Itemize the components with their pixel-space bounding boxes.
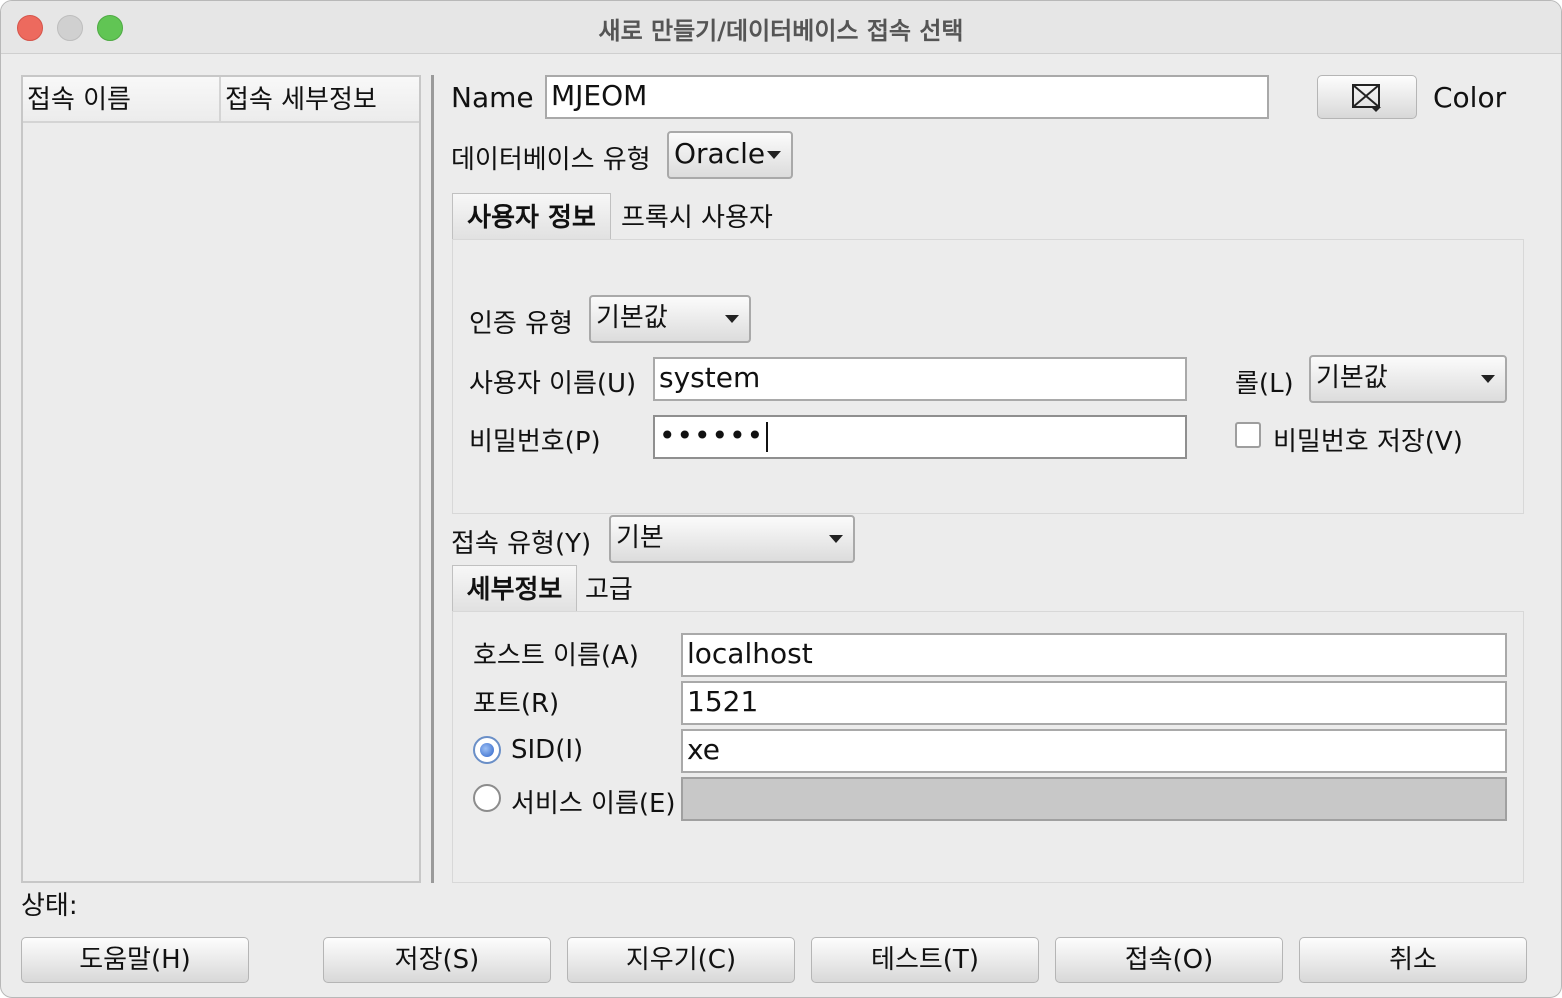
- color-picker-button[interactable]: [1317, 75, 1417, 119]
- db-type-value: Oracle: [674, 137, 766, 170]
- title-bar: 새로 만들기/데이터베이스 접속 선택: [1, 1, 1561, 54]
- cancel-button[interactable]: 취소: [1299, 937, 1527, 983]
- text-caret: [766, 422, 769, 452]
- tab-user-info[interactable]: 사용자 정보: [452, 193, 611, 241]
- host-label: 호스트 이름(A): [473, 641, 639, 671]
- username-label: 사용자 이름(U): [469, 369, 637, 399]
- chevron-down-icon: [767, 151, 781, 159]
- splitter[interactable]: [431, 75, 434, 883]
- save-button[interactable]: 저장(S): [323, 937, 551, 983]
- service-name-input: [681, 777, 1507, 821]
- sid-radio[interactable]: [473, 736, 501, 764]
- tab-proxy-user[interactable]: 프록시 사용자: [621, 193, 773, 241]
- auth-type-label: 인증 유형: [469, 309, 573, 339]
- db-type-select[interactable]: Oracle: [667, 131, 793, 179]
- clear-button[interactable]: 지우기(C): [567, 937, 795, 983]
- sid-label: SID(I): [511, 735, 584, 765]
- save-password-label: 비밀번호 저장(V): [1273, 427, 1463, 457]
- color-label: Color: [1433, 81, 1507, 114]
- connection-dialog: 새로 만들기/데이터베이스 접속 선택 접속 이름 접속 세부정보 Name M…: [0, 0, 1562, 998]
- column-header-connection-details[interactable]: 접속 세부정보: [221, 77, 419, 123]
- test-button[interactable]: 테스트(T): [811, 937, 1039, 983]
- column-header-connection-name[interactable]: 접속 이름: [23, 77, 221, 123]
- role-value: 기본값: [1316, 363, 1388, 393]
- auth-type-select[interactable]: 기본값: [589, 295, 751, 343]
- auth-type-value: 기본값: [596, 303, 668, 333]
- name-label: Name: [451, 81, 534, 114]
- connection-type-label: 접속 유형(Y): [451, 529, 592, 559]
- help-button[interactable]: 도움말(H): [21, 937, 249, 983]
- color-swatch-icon: [1352, 84, 1381, 112]
- tab-details[interactable]: 세부정보: [452, 565, 577, 613]
- connection-type-value: 기본: [616, 523, 664, 553]
- role-select[interactable]: 기본값: [1309, 355, 1507, 403]
- port-label: 포트(R): [473, 689, 560, 719]
- role-label: 롤(L): [1235, 369, 1294, 399]
- username-input[interactable]: system: [653, 357, 1187, 401]
- password-input[interactable]: ••••••: [653, 415, 1187, 459]
- name-input[interactable]: MJEOM: [545, 75, 1269, 119]
- password-label: 비밀번호(P): [469, 427, 601, 457]
- service-name-radio[interactable]: [473, 784, 501, 812]
- save-password-checkbox[interactable]: [1235, 422, 1261, 448]
- sid-input[interactable]: xe: [681, 729, 1507, 773]
- status-label: 상태:: [21, 891, 78, 921]
- port-input[interactable]: 1521: [681, 681, 1507, 725]
- connections-table[interactable]: 접속 이름 접속 세부정보: [21, 75, 421, 883]
- chevron-down-icon: [725, 315, 739, 323]
- host-input[interactable]: localhost: [681, 633, 1507, 677]
- password-masked-value: ••••••: [659, 419, 765, 452]
- tab-advanced[interactable]: 고급: [585, 565, 633, 613]
- chevron-down-icon: [1481, 375, 1495, 383]
- chevron-down-icon: [829, 535, 843, 543]
- db-type-label: 데이터베이스 유형: [451, 145, 651, 175]
- window-title: 새로 만들기/데이터베이스 접속 선택: [598, 17, 964, 45]
- connection-type-select[interactable]: 기본: [609, 515, 855, 563]
- service-name-label: 서비스 이름(E): [511, 789, 676, 819]
- connect-button[interactable]: 접속(O): [1055, 937, 1283, 983]
